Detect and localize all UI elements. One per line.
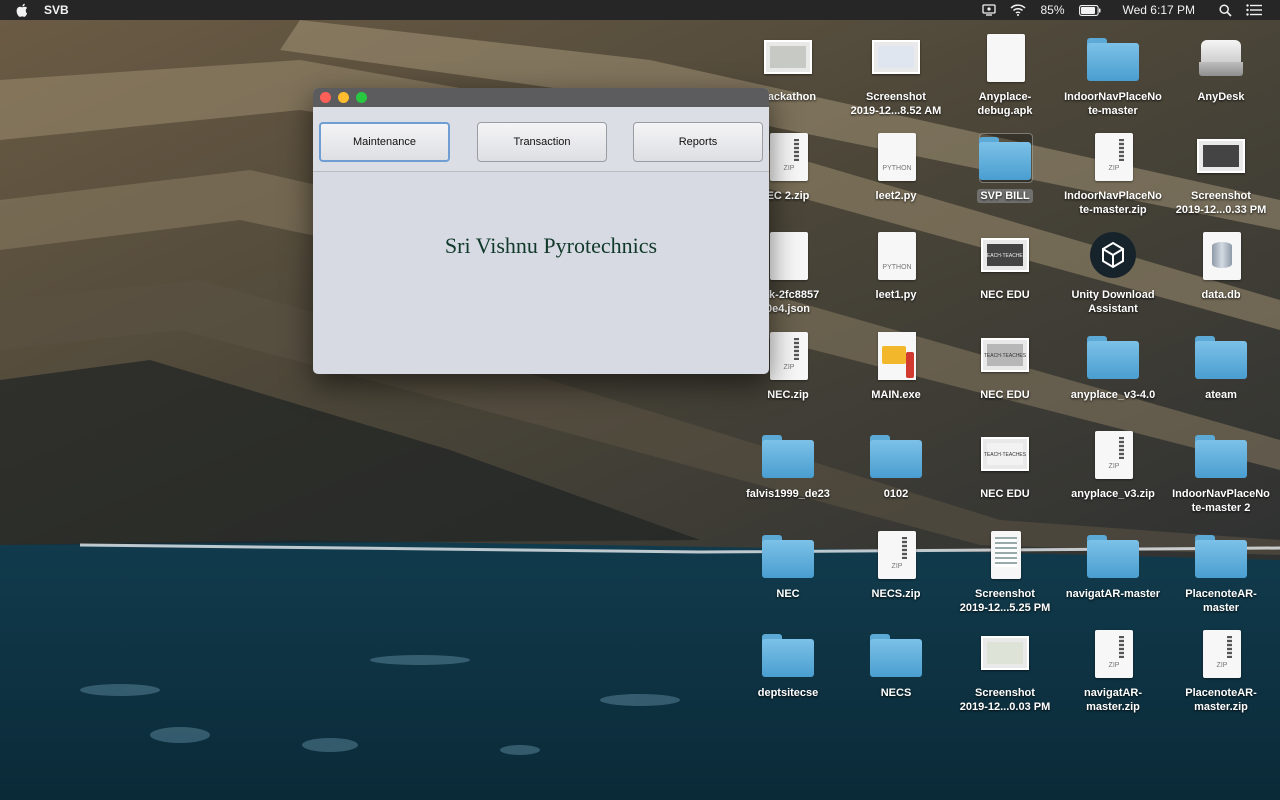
image-thumbnail-icon: TEACH·TEACHES	[977, 427, 1033, 483]
desktop-icon-nec-edu-3[interactable]: TEACH·TEACHES NEC EDU	[955, 427, 1055, 501]
desktop-icon-nec-edu-2[interactable]: TEACH·TEACHES NEC EDU	[955, 328, 1055, 402]
desktop-icon-leet1[interactable]: PYTHON leet1.py	[846, 228, 946, 302]
screenshot-thumbnail-icon	[977, 527, 1033, 583]
desktop-icon-screenshot-2[interactable]: Screenshot 2019-12...0.33 PM	[1171, 129, 1271, 217]
company-name-label: Sri Vishnu Pyrotechnics	[444, 233, 658, 258]
image-thumbnail-icon: TEACH·TEACHES	[977, 328, 1033, 384]
window-titlebar[interactable]	[313, 88, 769, 107]
desktop-icon-deptsitecse[interactable]: deptsitecse	[738, 626, 838, 700]
desktop-icon-navigatar-zip[interactable]: ZIP navigatAR- master.zip	[1063, 626, 1163, 714]
desktop-icon-indoornav-master-2[interactable]: IndoorNavPlaceNo te-master 2	[1171, 427, 1271, 515]
desktop-icon-leet2[interactable]: PYTHON leet2.py	[846, 129, 946, 203]
desktop-icon-screenshot-1[interactable]: Screenshot 2019-12...8.52 AM	[846, 30, 946, 118]
zip-file-icon: ZIP	[1085, 626, 1141, 682]
desktop-icon-screenshot-3[interactable]: Screenshot 2019-12...5.25 PM	[955, 527, 1055, 615]
screenshot-thumbnail-icon	[977, 626, 1033, 682]
desktop-icon-anydesk[interactable]: AnyDesk	[1171, 30, 1271, 104]
desktop-icon-anyplace-debug[interactable]: Anyplace- debug.apk	[955, 30, 1055, 118]
desktop-icon-data-db[interactable]: data.db	[1171, 228, 1271, 302]
folder-icon	[1193, 527, 1249, 583]
drive-icon	[1193, 30, 1249, 86]
zip-file-icon: ZIP	[868, 527, 924, 583]
folder-icon	[760, 427, 816, 483]
document-icon	[977, 30, 1033, 86]
desktop-icon-unity[interactable]: Unity Download Assistant	[1063, 228, 1163, 316]
desktop-icon-svp-bill[interactable]: SVP BILL	[955, 129, 1055, 203]
zip-file-icon: ZIP	[1193, 626, 1249, 682]
python-file-icon: PYTHON	[868, 228, 924, 284]
desktop-icon-anyplace-v3-zip[interactable]: ZIP anyplace_v3.zip	[1063, 427, 1163, 501]
desktop-icon-indoornav-zip[interactable]: ZIP IndoorNavPlaceNo te-master.zip	[1063, 129, 1163, 217]
database-file-icon	[1193, 228, 1249, 284]
folder-icon	[1085, 527, 1141, 583]
desktop-icon-necs[interactable]: NECS	[846, 626, 946, 700]
screenshot-thumbnail-icon	[1193, 129, 1249, 185]
folder-icon	[868, 427, 924, 483]
zip-file-icon: ZIP	[1085, 129, 1141, 185]
apple-menu-icon[interactable]	[16, 3, 28, 17]
desktop-icon-ateam[interactable]: ateam	[1171, 328, 1271, 402]
battery-percent[interactable]: 85%	[1040, 0, 1064, 20]
desktop-icon-indoornav-master[interactable]: IndoorNavPlaceNo te-master	[1063, 30, 1163, 118]
desktop-icon-placenote-master[interactable]: PlacenoteAR- master	[1171, 527, 1271, 615]
wifi-icon[interactable]	[1010, 4, 1027, 16]
button-toolbar: Maintenance Transaction Reports	[313, 107, 769, 172]
folder-icon	[760, 626, 816, 682]
desktop-icon-nec[interactable]: NEC	[738, 527, 838, 601]
spotlight-search-icon[interactable]	[1219, 3, 1232, 17]
menu-bar: SVB 85% Wed 6:17 PM	[0, 0, 1280, 20]
desktop-icon-placenote-zip[interactable]: ZIP PlacenoteAR- master.zip	[1171, 626, 1271, 714]
battery-icon[interactable]	[1078, 4, 1101, 16]
window-close-button[interactable]	[320, 92, 331, 103]
exe-file-icon	[868, 328, 924, 384]
folder-icon	[1193, 328, 1249, 384]
unity-logo-icon	[1085, 228, 1141, 284]
folder-icon	[1085, 30, 1141, 86]
window-minimize-button[interactable]	[338, 92, 349, 103]
selected-folder-icon	[977, 129, 1033, 185]
zip-file-icon: ZIP	[1085, 427, 1141, 483]
maintenance-button[interactable]: Maintenance	[319, 122, 450, 162]
folder-icon	[868, 626, 924, 682]
screenshot-thumbnail-icon	[868, 30, 924, 86]
clock[interactable]: Wed 6:17 PM	[1123, 0, 1195, 20]
folder-icon	[1085, 328, 1141, 384]
screen-mirror-icon[interactable]	[982, 4, 997, 16]
transaction-button[interactable]: Transaction	[477, 122, 607, 162]
desktop-icon-anyplace-v3-40[interactable]: anyplace_v3-4.0	[1063, 328, 1163, 402]
desktop-icon-0102[interactable]: 0102	[846, 427, 946, 501]
app-window: Maintenance Transaction Reports Sri Vish…	[313, 88, 769, 374]
screenshot-thumbnail-icon	[760, 30, 816, 86]
notification-center-icon[interactable]	[1246, 4, 1262, 16]
desktop-icon-nec-edu-1[interactable]: TEACH·TEACHES NEC EDU	[955, 228, 1055, 302]
image-thumbnail-icon: TEACH·TEACHES	[977, 228, 1033, 284]
desktop-icon-main-exe[interactable]: MAIN.exe	[846, 328, 946, 402]
window-maximize-button[interactable]	[356, 92, 367, 103]
desktop-icon-screenshot-4[interactable]: Screenshot 2019-12...0.03 PM	[955, 626, 1055, 714]
desktop-icon-navigatar-master[interactable]: navigatAR-master	[1063, 527, 1163, 601]
desktop-icon-necs-zip[interactable]: ZIP NECS.zip	[846, 527, 946, 601]
desktop-icon-falvis[interactable]: falvis1999_de23	[738, 427, 838, 501]
folder-icon	[760, 527, 816, 583]
python-file-icon: PYTHON	[868, 129, 924, 185]
app-name-menu[interactable]: SVB	[44, 0, 69, 20]
reports-button[interactable]: Reports	[633, 122, 763, 162]
folder-icon	[1193, 427, 1249, 483]
